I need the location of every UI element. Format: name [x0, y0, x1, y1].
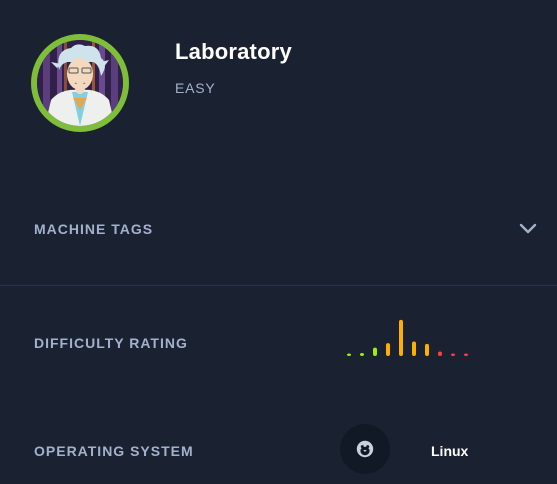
section-divider	[0, 285, 557, 286]
os-icon-badge	[340, 424, 390, 474]
difficulty-vote-bar-4	[386, 343, 390, 356]
difficulty-vote-bar-1	[347, 353, 351, 356]
machine-avatar	[31, 34, 129, 132]
difficulty-vote-bar-5	[399, 319, 403, 356]
difficulty-vote-bar-7	[425, 343, 429, 356]
difficulty-vote-bar-10	[464, 353, 468, 356]
machine-tags-toggle[interactable]	[514, 216, 542, 242]
machine-info-panel: Laboratory EASY MACHINE TAGS DIFFICULTY …	[0, 0, 557, 484]
difficulty-vote-bar-9	[451, 353, 455, 356]
difficulty-vote-bar-2	[360, 352, 364, 356]
operating-system-value: Linux	[431, 443, 469, 459]
machine-name: Laboratory	[175, 39, 292, 64]
machine-tags-label[interactable]: MACHINE TAGS	[34, 221, 153, 237]
linux-tux-icon	[356, 440, 374, 458]
difficulty-rating-chart	[347, 319, 468, 356]
difficulty-vote-bar-6	[412, 341, 416, 356]
machine-difficulty-label: EASY	[175, 80, 216, 96]
difficulty-vote-bar-3	[373, 347, 377, 356]
avatar-image	[37, 40, 123, 126]
difficulty-vote-bar-8	[438, 351, 442, 356]
operating-system-label: OPERATING SYSTEM	[34, 443, 194, 459]
difficulty-rating-label: DIFFICULTY RATING	[34, 335, 188, 351]
chevron-down-icon[interactable]	[514, 216, 542, 242]
